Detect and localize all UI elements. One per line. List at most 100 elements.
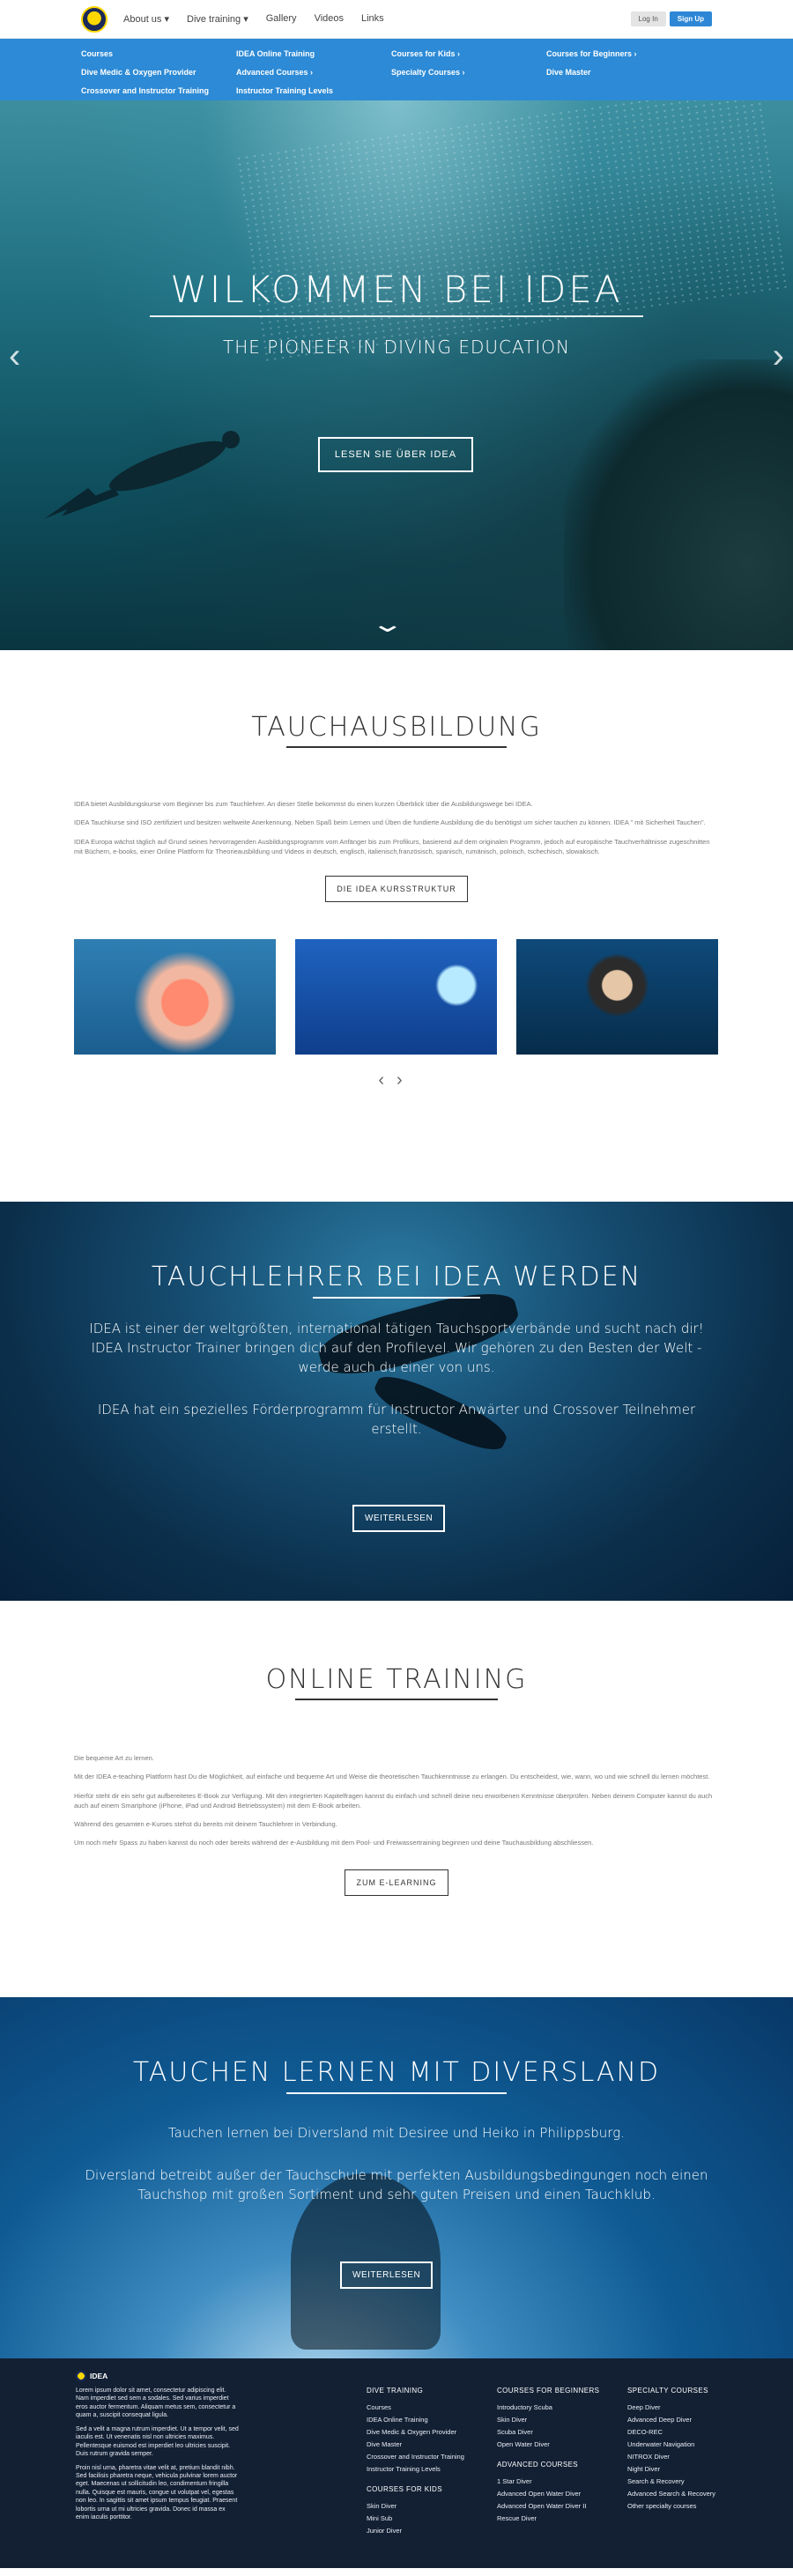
footer-link[interactable]: Search & Recovery xyxy=(627,2477,758,2485)
gallery-prev-icon[interactable]: ‹ xyxy=(378,1070,396,1090)
footer-link[interactable]: Scuba Diver xyxy=(497,2428,627,2436)
footer-about: IDEA Lorem ipsum dolor sit amet, consect… xyxy=(76,2371,367,2568)
menu-dive-master[interactable]: Dive Master xyxy=(546,68,701,82)
gallery-image-tank[interactable] xyxy=(295,939,497,1055)
diversland-section: TAUCHEN LERNEN MIT DIVERSLAND Tauchen le… xyxy=(0,1997,793,2358)
footer-link[interactable]: Other specialty courses xyxy=(627,2502,758,2510)
title-underline xyxy=(286,746,507,748)
footer-link[interactable]: Crossover and Instructor Training xyxy=(367,2453,497,2461)
footer-link[interactable]: IDEA Online Training xyxy=(367,2416,497,2424)
nav-links[interactable]: Links xyxy=(361,13,384,25)
course-structure-button[interactable]: DIE IDEA KURSSTRUKTUR xyxy=(325,876,468,902)
footer-logo-icon xyxy=(76,2371,86,2381)
paragraph: Hierfür steht dir ein sehr gut aufbereit… xyxy=(74,1791,713,1810)
gallery-image-jellyfish[interactable] xyxy=(74,939,276,1055)
menu-crossover-instructor[interactable]: Crossover and Instructor Training xyxy=(81,86,236,100)
diversland-read-more-button[interactable]: WEITERLESEN xyxy=(340,2261,434,2289)
paragraph: IDEA Tauchkurse sind ISO zertifiziert un… xyxy=(74,818,706,827)
login-button[interactable]: Log In xyxy=(630,11,666,26)
footer-brand-name: IDEA xyxy=(90,2372,108,2380)
footer-link[interactable]: Dive Master xyxy=(367,2440,497,2448)
footer-link[interactable]: DECO-REC xyxy=(627,2428,758,2436)
diversland-title: TAUCHEN LERNEN MIT DIVERSLAND xyxy=(132,2057,661,2088)
footer-link[interactable]: Advanced Search & Recovery xyxy=(627,2490,758,2498)
online-training-title: ONLINE TRAINING xyxy=(265,1664,528,1695)
tauchausbildung-title: TAUCHAUSBILDUNG xyxy=(251,712,542,743)
gallery-next-icon[interactable]: › xyxy=(396,1070,415,1090)
footer-link[interactable]: Advanced Deep Diver xyxy=(627,2416,758,2424)
nav-about-us[interactable]: About us ▾ xyxy=(123,13,169,25)
footer-link[interactable]: 1 Star Diver xyxy=(497,2477,627,2485)
paragraph: IDEA bietet Ausbildungskurse vom Beginne… xyxy=(74,800,533,808)
menu-instructor-levels[interactable]: Instructor Training Levels xyxy=(236,86,391,100)
menu-courses-for-kids[interactable]: Courses for Kids › xyxy=(391,49,546,63)
footer-link[interactable]: Mini Sub xyxy=(367,2514,497,2522)
footer-link[interactable]: Instructor Training Levels xyxy=(367,2465,497,2473)
footer-link[interactable]: Rescue Diver xyxy=(497,2514,627,2522)
footer-link[interactable]: Deep Diver xyxy=(627,2403,758,2411)
menu-advanced-courses[interactable]: Advanced Courses › xyxy=(236,68,391,82)
footer-link[interactable]: Open Water Diver xyxy=(497,2440,627,2448)
footer-brand: IDEA xyxy=(76,2371,367,2381)
menu-idea-online-training[interactable]: IDEA Online Training xyxy=(236,49,391,63)
menu-dive-medic[interactable]: Dive Medic & Oxygen Provider xyxy=(81,68,236,82)
footer-link[interactable]: Skin Diver xyxy=(497,2416,627,2424)
instructor-text-2: IDEA hat ein spezielles Förderprogramm f… xyxy=(97,1402,696,1437)
paragraph: Um noch mehr Spass zu haben kannst du no… xyxy=(74,1839,594,1847)
footer-link[interactable]: Advanced Open Water Diver xyxy=(497,2490,627,2498)
e-learning-button[interactable]: ZUM E-LEARNING xyxy=(345,1869,448,1896)
footer-paragraph: Lorem ipsum dolor sit amet, consectetur … xyxy=(76,2387,236,2419)
footer-link[interactable]: Introductory Scuba xyxy=(497,2403,627,2411)
nav-gallery[interactable]: Gallery xyxy=(266,13,297,25)
hero-title: WILKOMMEN BEI IDEA xyxy=(170,268,623,311)
footer-col-dive-training: DIVE TRAINING Courses IDEA Online Traini… xyxy=(367,2371,497,2568)
instructor-title: TAUCHLEHRER BEI IDEA WERDEN xyxy=(151,1262,642,1292)
slider-next-icon[interactable]: › xyxy=(773,337,784,376)
footer-link[interactable]: Underwater Navigation xyxy=(627,2440,758,2448)
reef-image xyxy=(564,359,793,650)
read-about-idea-button[interactable]: LESEN SIE ÜBER IDEA xyxy=(318,437,473,472)
footer-paragraph: Sed a velit a magna rutrum imperdiet. Ut… xyxy=(76,2425,239,2458)
auth-buttons: Log In Sign Up xyxy=(630,11,712,26)
footer-link[interactable]: Courses xyxy=(367,2403,497,2411)
course-gallery xyxy=(74,939,719,1055)
top-navbar: About us ▾ Dive training ▾ Gallery Video… xyxy=(0,0,793,39)
footer-heading: COURSES FOR BEGINNERS xyxy=(497,2387,600,2395)
footer-link[interactable]: Junior Diver xyxy=(367,2527,497,2535)
online-training-section: ONLINE TRAINING Die bequeme Art zu lerne… xyxy=(0,1601,793,1997)
footer-col-beginners: COURSES FOR BEGINNERS Introductory Scuba… xyxy=(497,2371,627,2568)
footer-link[interactable]: Advanced Open Water Diver II xyxy=(497,2502,627,2510)
instructor-text-1: IDEA ist einer der weltgrößten, internat… xyxy=(89,1321,704,1375)
diversland-text-1: Tauchen lernen bei Diversland mit Desire… xyxy=(168,2125,625,2141)
instructor-read-more-button[interactable]: WEITERLESEN xyxy=(352,1505,446,1532)
menu-specialty-courses[interactable]: Specialty Courses › xyxy=(391,68,546,82)
footer-link[interactable]: Dive Medic & Oxygen Provider xyxy=(367,2428,497,2436)
footer-paragraph: Proin nisl urna, pharetra vitae velit at… xyxy=(76,2464,238,2521)
hero-banner: WILKOMMEN BEI IDEA THE PIONEER IN DIVING… xyxy=(0,100,793,650)
footer-link[interactable]: Skin Diver xyxy=(367,2502,497,2510)
footer-heading: COURSES FOR KIDS xyxy=(367,2485,442,2493)
menu-courses[interactable]: Courses xyxy=(81,49,236,63)
nav-dive-training[interactable]: Dive training ▾ xyxy=(187,13,248,25)
idea-logo[interactable] xyxy=(81,5,107,33)
diversland-text-2: Diversland betreibt außer der Tauchschul… xyxy=(85,2167,708,2202)
paragraph: IDEA Europa wächst täglich auf Grund sei… xyxy=(74,837,710,855)
scroll-down-chevron-icon[interactable]: ⌄ xyxy=(370,611,404,638)
paragraph: Die bequeme Art zu lernen. xyxy=(74,1754,154,1762)
site-footer: IDEA Lorem ipsum dolor sit amet, consect… xyxy=(0,2358,793,2568)
footer-link[interactable]: NITROX Diver xyxy=(627,2453,758,2461)
slider-prev-icon[interactable]: ‹ xyxy=(9,337,20,376)
nav-videos[interactable]: Videos xyxy=(315,13,344,25)
diver-image xyxy=(44,431,240,519)
signup-button[interactable]: Sign Up xyxy=(669,11,712,26)
tauchausbildung-text: IDEA bietet Ausbildungskurse vom Beginne… xyxy=(74,799,719,856)
dive-training-megamenu: Courses IDEA Online Training Courses for… xyxy=(0,39,793,100)
paragraph: Mit der IDEA e-teaching Plattform hast D… xyxy=(74,1773,710,1781)
footer-heading: SPECIALTY COURSES xyxy=(627,2387,708,2395)
gallery-image-diver[interactable] xyxy=(516,939,718,1055)
title-underline xyxy=(295,1699,498,1700)
tauchausbildung-section: TAUCHAUSBILDUNG IDEA bietet Ausbildungsk… xyxy=(0,650,793,1202)
footer-link[interactable]: Night Diver xyxy=(627,2465,758,2473)
menu-courses-for-beginners[interactable]: Courses for Beginners › xyxy=(546,49,701,63)
gallery-arrows: ‹› xyxy=(74,1070,719,1091)
